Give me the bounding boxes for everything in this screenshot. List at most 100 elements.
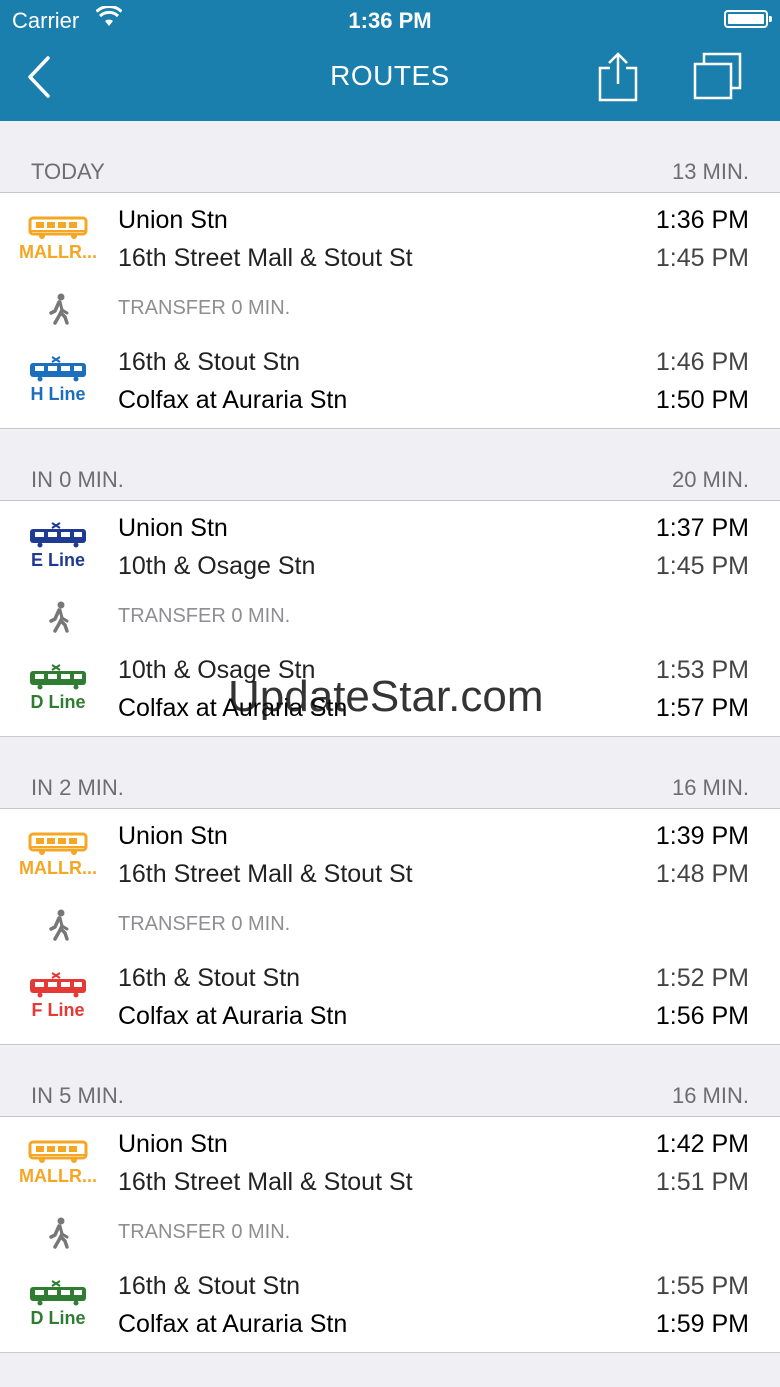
to-stop: Colfax at Auraria Stn [118, 386, 348, 414]
line-name: E Line [30, 550, 85, 570]
status-time: 1:36 PM [348, 8, 432, 33]
from-stop: 16th & Stout Stn [118, 1272, 301, 1300]
route-section-header: TODAY 13 MIN. [0, 121, 780, 193]
routes-list: TODAY 13 MIN. MALLR... Union Stn 16th Street… [0, 121, 780, 1353]
line-name: MALLR... [19, 1166, 97, 1186]
arrival-time: 1:45 PM [655, 552, 749, 580]
transfer-row: TRANSFER 0 MIN. [0, 1217, 780, 1251]
to-stop: Colfax at Auraria Stn [118, 694, 348, 722]
walking-icon [47, 1217, 73, 1249]
route-leg: F Line 16th & Stout Stn Colfax at Auraria … [0, 962, 780, 1038]
arrival-time: 1:51 PM [655, 1168, 749, 1196]
to-stop: 16th Street Mall & Stout St [118, 244, 413, 272]
line-name: MALLR... [19, 242, 97, 262]
departure-time: 1:36 PM [655, 206, 749, 234]
from-stop: 16th & Stout Stn [118, 348, 301, 376]
line-badge: H Line [10, 352, 106, 416]
line-name: D Line [30, 692, 86, 712]
battery-icon [724, 10, 772, 28]
to-stop: Colfax at Auraria Stn [118, 1002, 348, 1030]
transfer-row: TRANSFER 0 MIN. [0, 601, 780, 635]
departure-label: IN 2 MIN. [31, 775, 124, 800]
from-stop: Union Stn [118, 514, 228, 542]
walking-icon [47, 909, 73, 941]
light-rail-icon [10, 356, 106, 382]
from-stop: 16th & Stout Stn [118, 964, 301, 992]
duration-label: 16 MIN. [671, 775, 749, 800]
departure-label: IN 5 MIN. [31, 1083, 124, 1108]
status-bar: Carrier 1:36 PM [0, 0, 780, 40]
line-name: F Line [31, 1000, 85, 1020]
departure-time: 1:39 PM [655, 822, 749, 850]
walking-icon [47, 601, 73, 633]
to-stop: 10th & Osage Stn [118, 552, 316, 580]
line-badge: MALLR... [10, 210, 106, 274]
light-rail-icon [10, 522, 106, 548]
light-rail-icon [10, 1280, 106, 1306]
departure-label: TODAY [31, 159, 105, 184]
transfer-label: TRANSFER 0 MIN. [118, 1221, 291, 1243]
transfer-row: TRANSFER 0 MIN. [0, 909, 780, 943]
transfer-label: TRANSFER 0 MIN. [118, 913, 291, 935]
transfer-label: TRANSFER 0 MIN. [118, 297, 291, 319]
page-title: ROUTES [330, 60, 450, 91]
route-leg: MALLR... Union Stn 16th Street Mall & Stou… [0, 204, 780, 280]
route-card[interactable]: MALLR... Union Stn 16th Street Mall & Stou… [0, 1117, 780, 1353]
line-name: MALLR... [19, 858, 97, 878]
to-stop: 16th Street Mall & Stout St [118, 860, 413, 888]
duration-label: 13 MIN. [671, 159, 749, 184]
navigation-bar: Carrier 1:36 PM ROUTES [0, 0, 780, 121]
route-section-header: IN 0 MIN. 20 MIN. [0, 429, 780, 501]
from-stop: Union Stn [118, 822, 228, 850]
arrival-time: 1:45 PM [655, 244, 749, 272]
arrival-time: 1:50 PM [655, 386, 749, 414]
departure-time: 1:37 PM [655, 514, 749, 542]
light-rail-icon [10, 972, 106, 998]
line-badge: E Line [10, 518, 106, 582]
departure-time: 1:46 PM [655, 348, 749, 376]
share-icon[interactable] [596, 52, 640, 102]
departure-label: IN 0 MIN. [31, 467, 124, 492]
bus-icon [10, 830, 106, 856]
from-stop: Union Stn [118, 1130, 228, 1158]
from-stop: 10th & Osage Stn [118, 656, 316, 684]
transfer-row: TRANSFER 0 MIN. [0, 293, 780, 327]
arrival-time: 1:59 PM [655, 1310, 749, 1338]
to-stop: Colfax at Auraria Stn [118, 1310, 348, 1338]
route-leg: MALLR... Union Stn 16th Street Mall & Stou… [0, 820, 780, 896]
duration-label: 20 MIN. [671, 467, 749, 492]
route-section-header: IN 5 MIN. 16 MIN. [0, 1045, 780, 1117]
bus-icon [10, 214, 106, 240]
route-leg: D Line 16th & Stout Stn Colfax at Auraria … [0, 1270, 780, 1346]
departure-time: 1:42 PM [655, 1130, 749, 1158]
walking-icon [47, 293, 73, 325]
line-badge: F Line [10, 968, 106, 1032]
route-section-header: IN 2 MIN. 16 MIN. [0, 737, 780, 809]
departure-time: 1:53 PM [655, 656, 749, 684]
bus-icon [10, 1138, 106, 1164]
route-card[interactable]: MALLR... Union Stn 16th Street Mall & Stou… [0, 809, 780, 1045]
transfer-label: TRANSFER 0 MIN. [118, 605, 291, 627]
from-stop: Union Stn [118, 206, 228, 234]
route-leg: E Line Union Stn 10th & Osage Stn 1:37 PM 1:… [0, 512, 780, 588]
duration-label: 16 MIN. [671, 1083, 749, 1108]
line-badge: D Line [10, 660, 106, 724]
departure-time: 1:55 PM [655, 1272, 749, 1300]
line-badge: MALLR... [10, 826, 106, 890]
route-card[interactable]: MALLR... Union Stn 16th Street Mall & Stou… [0, 193, 780, 429]
line-name: H Line [30, 384, 86, 404]
copy-icon[interactable] [692, 52, 744, 102]
arrival-time: 1:57 PM [655, 694, 749, 722]
departure-time: 1:52 PM [655, 964, 749, 992]
route-leg: MALLR... Union Stn 16th Street Mall & Stou… [0, 1128, 780, 1204]
line-badge: MALLR... [10, 1134, 106, 1198]
route-leg: H Line 16th & Stout Stn Colfax at Auraria … [0, 346, 780, 422]
arrival-time: 1:48 PM [655, 860, 749, 888]
route-card[interactable]: E Line Union Stn 10th & Osage Stn 1:37 PM 1:… [0, 501, 780, 737]
light-rail-icon [10, 664, 106, 690]
route-leg: D Line 10th & Osage Stn Colfax at Auraria … [0, 654, 780, 730]
line-badge: D Line [10, 1276, 106, 1340]
arrival-time: 1:56 PM [655, 1002, 749, 1030]
line-name: D Line [30, 1308, 86, 1328]
to-stop: 16th Street Mall & Stout St [118, 1168, 413, 1196]
